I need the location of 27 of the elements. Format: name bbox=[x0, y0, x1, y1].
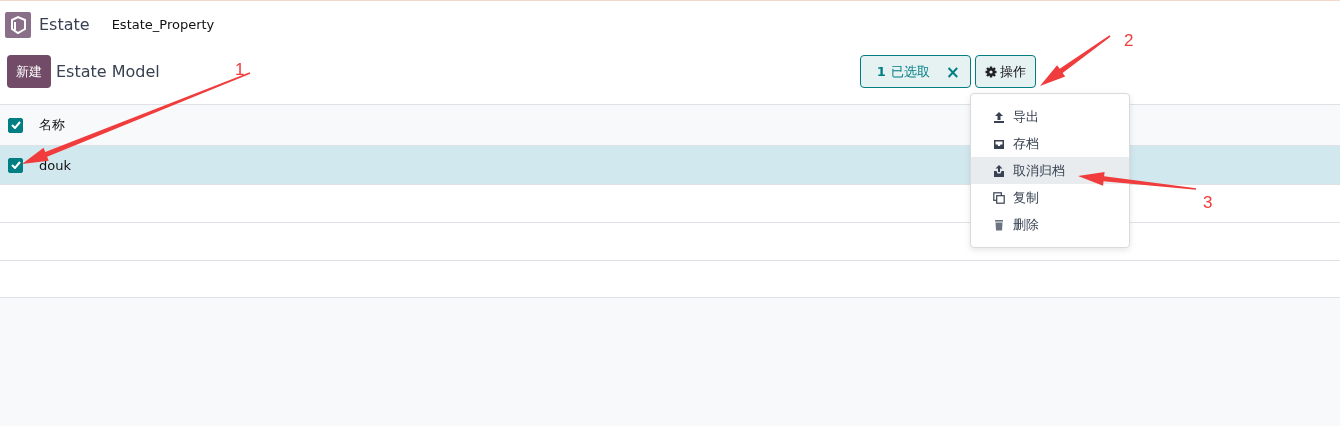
dropdown-item[interactable]: 导出 bbox=[971, 103, 1129, 130]
page-title: Estate Model bbox=[56, 62, 160, 81]
select-all-checkbox[interactable] bbox=[8, 117, 23, 133]
annotation-arrow bbox=[1040, 35, 1111, 86]
selection-label: 已选取 bbox=[890, 62, 930, 81]
annotation-number: 1 bbox=[235, 60, 245, 79]
column-header[interactable]: 名称 bbox=[39, 116, 65, 134]
upload-icon bbox=[993, 164, 1005, 177]
trash-icon bbox=[993, 218, 1005, 231]
app-name[interactable]: Estate bbox=[39, 15, 90, 34]
upload-icon bbox=[993, 110, 1005, 123]
dropdown-item[interactable]: 删除 bbox=[971, 211, 1129, 238]
actions-button[interactable]: 操作 bbox=[975, 55, 1036, 88]
menu-item[interactable]: Estate_Property bbox=[111, 17, 215, 32]
new-button[interactable]: 新建 bbox=[7, 55, 51, 88]
annotation-number: 3 bbox=[1203, 193, 1213, 212]
dropdown-item[interactable]: 取消归档 bbox=[971, 157, 1129, 184]
dropdown-item[interactable]: 复制 bbox=[971, 184, 1129, 211]
clear-selection-button[interactable]: × bbox=[929, 61, 970, 82]
row-checkbox[interactable] bbox=[8, 157, 23, 173]
app-logo-icon bbox=[5, 11, 31, 38]
gear-icon bbox=[985, 65, 997, 78]
copy-icon bbox=[993, 191, 1005, 204]
annotation-number: 2 bbox=[1124, 31, 1134, 50]
selection-count: 1 bbox=[876, 64, 886, 79]
table-cell: douk bbox=[39, 157, 71, 173]
inbox-icon bbox=[993, 137, 1005, 150]
